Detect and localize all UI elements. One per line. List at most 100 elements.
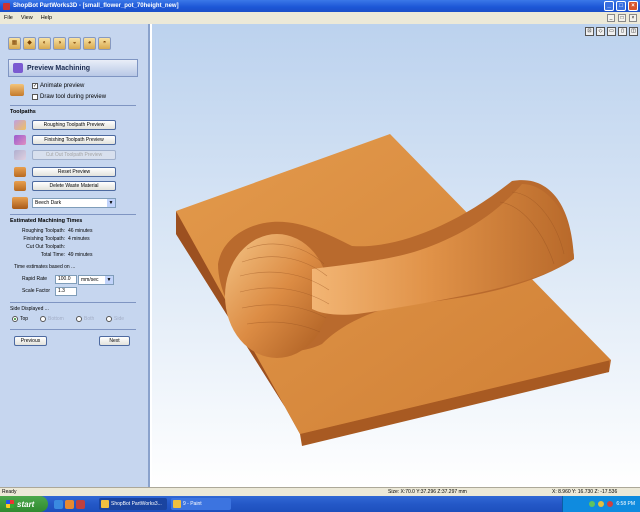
side-displayed-header: Side Displayed ... [10,306,49,312]
status-bar: Ready Size: X:70.0 Y:37.296 Z:37.297 mm … [0,487,640,496]
side-top-option[interactable]: Top [12,316,28,322]
material-icon [12,197,28,209]
rapid-rate-input[interactable]: 100.0 [55,275,77,284]
rapid-unit-select[interactable]: mm/sec ▼ [78,275,114,285]
divider [10,105,136,106]
clock: 6:58 PM [616,501,635,507]
output-icon[interactable]: ◓ [98,37,111,50]
view-side-icon[interactable]: ◫ [629,27,638,36]
draw-tool-checkbox[interactable] [32,94,38,100]
menu-file[interactable]: File [4,15,13,21]
estimated-times-header: Estimated Machining Times [10,218,83,224]
start-button[interactable]: start [0,496,48,512]
side-side-radio[interactable] [106,316,112,322]
minimize-button[interactable]: _ [604,1,614,11]
time-label: Cut Out Toolpath: [26,244,65,250]
finishing-preview-button[interactable]: Finishing Toolpath Preview [32,135,116,145]
quick-launch [54,499,85,509]
side-top-radio[interactable] [12,316,18,322]
animate-preview-label: Animate preview [40,83,85,89]
animate-icon [10,84,24,96]
model-icon[interactable]: ◆ [23,37,36,50]
taskbar: start ShopBot PartWorks3... 9 - Paint 6:… [0,496,640,512]
system-tray: 6:58 PM [562,496,640,512]
cutout-icon [14,150,26,160]
task-shopbot[interactable]: ShopBot PartWorks3... [99,498,167,510]
3d-viewport[interactable]: ⊡ ◇ ▭ ▯ ◫ [152,24,640,487]
zoom-fit-icon[interactable]: ⊡ [585,27,594,36]
time-label: Finishing Toolpath: [23,236,65,242]
divider [10,302,136,303]
time-label: Total Time: [40,252,65,258]
app-icon [3,2,10,10]
draw-tool-label: Draw tool during preview [40,94,107,100]
time-row-total: Total Time: 49 minutes [10,252,93,258]
security-icon[interactable] [607,501,614,507]
delete-waste-button[interactable]: Delete Waste Material [32,181,116,191]
cutout-preview-button[interactable]: Cut Out Toolpath Preview [32,150,116,160]
roughing-preview-button[interactable]: Roughing Toolpath Preview [32,120,116,130]
ie-icon[interactable] [54,499,63,509]
side-side-option[interactable]: Side [106,316,124,322]
chevron-down-icon[interactable]: ▼ [107,199,115,207]
network-icon[interactable] [589,501,596,507]
time-value: 46 minutes [68,228,93,234]
menu-help[interactable]: Help [41,15,52,21]
side-both-option[interactable]: Both [76,316,94,322]
rapid-rate-label: Rapid Rate [22,276,48,282]
doc-minimize-button[interactable]: _ [607,14,615,22]
volume-icon[interactable] [598,501,605,507]
view-top-icon[interactable]: ▭ [607,27,616,36]
reset-preview-button[interactable]: Reset Preview [32,167,116,177]
machining-panel: ▦ ◆ ◐ ◑ ◒ ◕ ◓ Preview Machining ✓ Animat… [0,24,150,487]
maximize-button[interactable]: □ [616,1,626,11]
side-both-label: Both [84,316,95,322]
next-button[interactable]: Next [99,336,130,346]
finishing-icon [14,135,26,145]
side-side-label: Side [114,316,125,322]
machining-icon[interactable]: ◒ [68,37,81,50]
draw-tool-row[interactable]: Draw tool during preview [32,94,106,100]
doc-restore-button[interactable]: □ [618,14,626,22]
side-both-radio[interactable] [76,316,82,322]
time-row-cutout: Cut Out Toolpath: [10,244,68,250]
app-launch-icon[interactable] [76,499,85,509]
reset-icon [14,167,26,177]
time-row-finishing: Finishing Toolpath: 4 minutes [10,236,89,242]
section-header: Preview Machining [8,59,138,77]
doc-close-button[interactable]: × [629,14,637,22]
preview-machining-icon [13,63,23,73]
scale-factor-input[interactable]: 1.3 [55,287,77,296]
animate-preview-checkbox[interactable]: ✓ [32,83,38,89]
windows-logo-icon [6,500,14,508]
firefox-icon[interactable] [65,499,74,509]
time-label: Roughing Toolpath: [22,228,65,234]
waste-icon [14,181,26,191]
material-value: Beech Dark [35,200,62,206]
material-select[interactable]: Beech Dark ▼ [32,198,116,208]
module-toolbar: ▦ ◆ ◐ ◑ ◒ ◕ ◓ [8,37,111,50]
side-bottom-radio[interactable] [40,316,46,322]
preview-icon[interactable]: ◕ [83,37,96,50]
task-paint[interactable]: 9 - Paint [171,498,231,510]
view-iso-icon[interactable]: ◇ [596,27,605,36]
side-bottom-label: Bottom [48,316,64,322]
chevron-down-icon[interactable]: ▼ [105,276,113,284]
shape-icon[interactable]: ◐ [38,37,51,50]
model-size: Size: X:70.0 Y:37.296 Z:37.297 mm [388,489,467,495]
view-front-icon[interactable]: ▯ [618,27,627,36]
divider [10,214,136,215]
based-on-label: Time estimates based on ... [14,264,76,270]
menu-view[interactable]: View [21,15,33,21]
section-title: Preview Machining [27,64,91,72]
design-icon[interactable]: ▦ [8,37,21,50]
menu-bar: File View Help _ □ × [0,12,640,24]
close-button[interactable]: × [628,1,638,11]
animate-preview-row[interactable]: ✓ Animate preview [32,83,84,89]
side-bottom-option[interactable]: Bottom [40,316,64,322]
toolpath-icon[interactable]: ◑ [53,37,66,50]
previous-button[interactable]: Previous [14,336,47,346]
view-toolbar: ⊡ ◇ ▭ ▯ ◫ [585,27,638,36]
start-label: start [17,499,35,509]
time-value: 49 minutes [68,252,93,258]
